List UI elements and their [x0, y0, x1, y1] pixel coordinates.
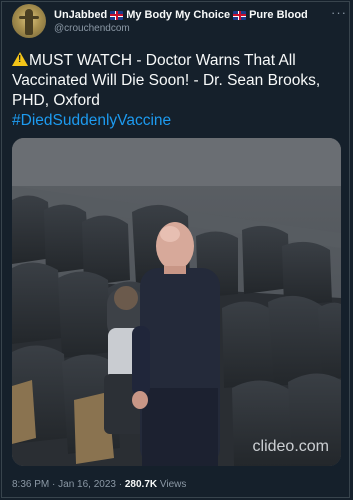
author-name[interactable]: UnJabbed My Body My Choice Pure Blood [54, 9, 308, 21]
avatar[interactable] [12, 4, 46, 38]
avatar-arm-shape [19, 16, 39, 19]
hashtag-link[interactable]: #DiedSuddenlyVaccine [12, 112, 171, 129]
author-name-part3: Pure Blood [249, 9, 308, 21]
tweet-time[interactable]: 8:36 PM [12, 479, 49, 490]
tweet-text: ! MUST WATCH - Doctor Warns That All Vacc… [12, 51, 342, 131]
video-frame-image [12, 138, 341, 466]
tweet-meta: 8:36 PM · Jan 16, 2023 · 280.7K Views [12, 479, 186, 490]
author-name-part1: UnJabbed [54, 9, 108, 21]
video-player[interactable]: clideo.com [12, 138, 341, 466]
meta-separator: · [49, 479, 59, 490]
views-count: 280.7K [124, 479, 158, 490]
tweet-body: MUST WATCH - Doctor Warns That All Vacci… [12, 52, 321, 109]
uk-flag-icon [233, 10, 247, 20]
video-watermark: clideo.com [252, 438, 329, 455]
tweet-date[interactable]: Jan 16, 2023 [58, 479, 116, 490]
uk-flag-icon [110, 10, 124, 20]
more-options-icon[interactable]: ··· [331, 6, 347, 19]
author-handle[interactable]: @crouchendcom [54, 23, 130, 34]
meta-separator: · [115, 479, 125, 490]
views-label: Views [157, 479, 187, 490]
author-name-part2: My Body My Choice [126, 9, 231, 21]
warning-icon: ! [12, 52, 28, 66]
avatar-figure-icon [25, 9, 33, 35]
